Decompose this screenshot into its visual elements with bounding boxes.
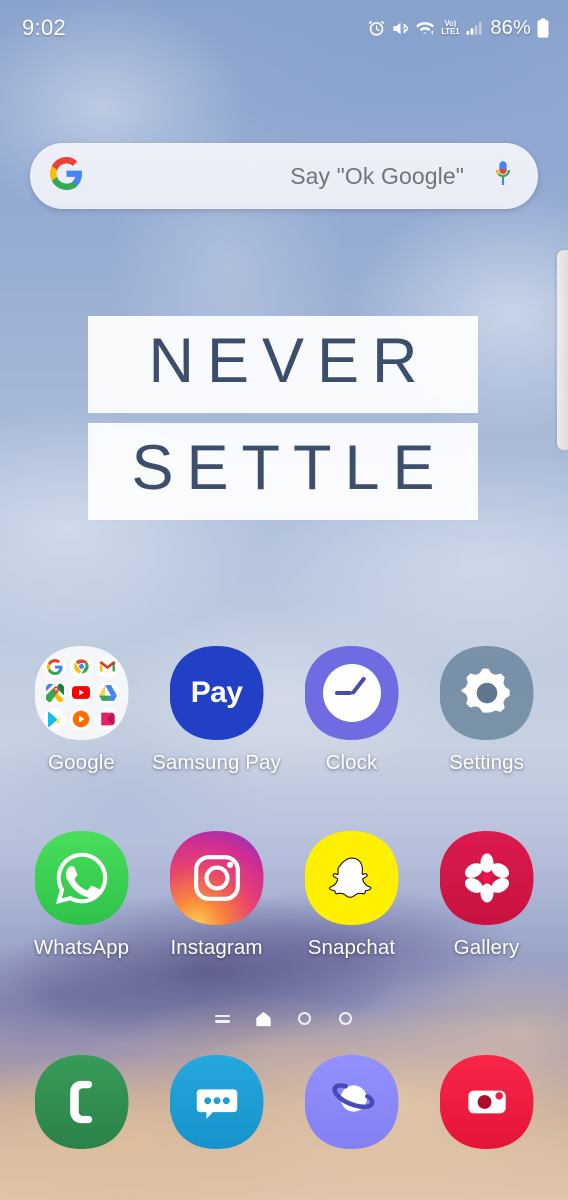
- snapchat-background: [305, 831, 399, 925]
- clock-icon[interactable]: [305, 646, 399, 740]
- browser-background: [305, 1055, 399, 1149]
- app-snapchat[interactable]: Snapchat: [294, 831, 410, 960]
- mini-gmail-icon: [97, 656, 119, 678]
- page-home[interactable]: [255, 1010, 272, 1027]
- clock-face: [323, 664, 381, 722]
- dock-app-phone[interactable]: [24, 1055, 140, 1149]
- mini-youtube-icon: [70, 682, 92, 704]
- mini-google-icon: [44, 656, 66, 678]
- gallery-flower-icon[interactable]: [440, 831, 534, 925]
- clock-hour-hand: [335, 691, 352, 695]
- page-indicator: [0, 1010, 568, 1027]
- app-label: Samsung Pay: [152, 751, 281, 774]
- mini-chrome-icon: [70, 656, 92, 678]
- app-label: Instagram: [170, 936, 263, 959]
- app-gallery[interactable]: Gallery: [429, 831, 545, 960]
- mini-maps-icon: [44, 682, 66, 704]
- phone-background: [35, 1055, 129, 1149]
- dock: [0, 1055, 568, 1149]
- app-grid-row-2: WhatsApp Instagram Snapchat Gallery: [0, 831, 568, 960]
- app-google-folder[interactable]: Google: [24, 646, 140, 775]
- battery-percent-label: 86%: [490, 16, 531, 39]
- search-placeholder-text: Say "Ok Google": [290, 162, 464, 189]
- app-grid-row-1: Google Pay Samsung Pay Clock Settings: [0, 646, 568, 775]
- camera-background: [440, 1055, 534, 1149]
- alarm-icon: [367, 19, 386, 38]
- google-search-bar[interactable]: Say "Ok Google": [30, 143, 538, 209]
- battery-icon: [536, 18, 550, 38]
- microphone-icon[interactable]: [490, 159, 516, 194]
- app-label: Clock: [325, 751, 378, 774]
- mini-play-movies-icon: [97, 708, 119, 730]
- mute-vibrate-icon: [391, 19, 410, 38]
- whatsapp-background: [35, 831, 129, 925]
- app-samsung-pay[interactable]: Pay Samsung Pay: [152, 646, 281, 775]
- app-instagram[interactable]: Instagram: [159, 831, 275, 960]
- wifi-icon: [415, 19, 435, 38]
- page-3[interactable]: [296, 1010, 313, 1027]
- messages-background: [170, 1055, 264, 1149]
- samsung-pay-icon[interactable]: Pay: [170, 646, 264, 740]
- status-bar[interactable]: 9:02 Vo) LTE1 86%: [0, 0, 568, 56]
- home-icon: [256, 1011, 271, 1026]
- page-4[interactable]: [337, 1010, 354, 1027]
- volte-bottom-label: LTE1: [441, 27, 460, 36]
- app-label: Snapchat: [307, 936, 396, 959]
- app-clock[interactable]: Clock: [294, 646, 410, 775]
- page-feed[interactable]: [214, 1010, 231, 1027]
- app-whatsapp[interactable]: WhatsApp: [24, 831, 140, 960]
- app-label: Gallery: [453, 936, 520, 959]
- google-g-icon: [50, 157, 83, 195]
- instagram-background: [170, 831, 264, 925]
- dock-app-internet[interactable]: [294, 1055, 410, 1149]
- settle-text: SETTLE: [88, 423, 478, 520]
- app-label: Settings: [449, 751, 524, 774]
- dock-app-camera[interactable]: [429, 1055, 545, 1149]
- camera-icon[interactable]: [440, 1055, 534, 1149]
- mini-drive-icon: [97, 682, 119, 704]
- signal-bars-icon: [465, 19, 483, 37]
- status-icon-group: Vo) LTE1 86%: [367, 17, 550, 40]
- phone-icon[interactable]: [35, 1055, 129, 1149]
- instagram-icon[interactable]: [170, 831, 264, 925]
- folder-background: [35, 646, 129, 740]
- app-label: WhatsApp: [33, 936, 130, 959]
- browser-planet-icon[interactable]: [305, 1055, 399, 1149]
- home-screen: 9:02 Vo) LTE1 86% Say "Ok Google" NEVER …: [0, 0, 568, 1200]
- wallpaper-never-settle-text: NEVER SETTLE: [88, 316, 478, 520]
- app-label: Google: [48, 751, 115, 774]
- samsung-pay-background: Pay: [170, 646, 264, 740]
- volte-icon: Vo) LTE1: [441, 20, 459, 36]
- page-dot-icon: [298, 1012, 311, 1025]
- clock-background: [305, 646, 399, 740]
- clock-minute-hand: [350, 676, 366, 695]
- status-clock: 9:02: [22, 15, 67, 40]
- whatsapp-icon[interactable]: [35, 831, 129, 925]
- settings-gear-icon[interactable]: [440, 646, 534, 740]
- settings-background: [440, 646, 534, 740]
- messages-icon[interactable]: [170, 1055, 264, 1149]
- mini-play-store-icon: [44, 708, 66, 730]
- app-settings[interactable]: Settings: [429, 646, 545, 775]
- mini-play-music-icon: [70, 708, 92, 730]
- samsung-pay-badge-text: Pay: [190, 676, 243, 709]
- feed-lines-icon: [215, 1014, 230, 1023]
- edge-panel-handle[interactable]: [557, 250, 568, 450]
- google-folder-icon[interactable]: [35, 646, 129, 740]
- snapchat-icon[interactable]: [305, 831, 399, 925]
- never-text: NEVER: [88, 316, 478, 413]
- gallery-background: [440, 831, 534, 925]
- page-dot-icon: [339, 1012, 352, 1025]
- dock-app-messages[interactable]: [159, 1055, 275, 1149]
